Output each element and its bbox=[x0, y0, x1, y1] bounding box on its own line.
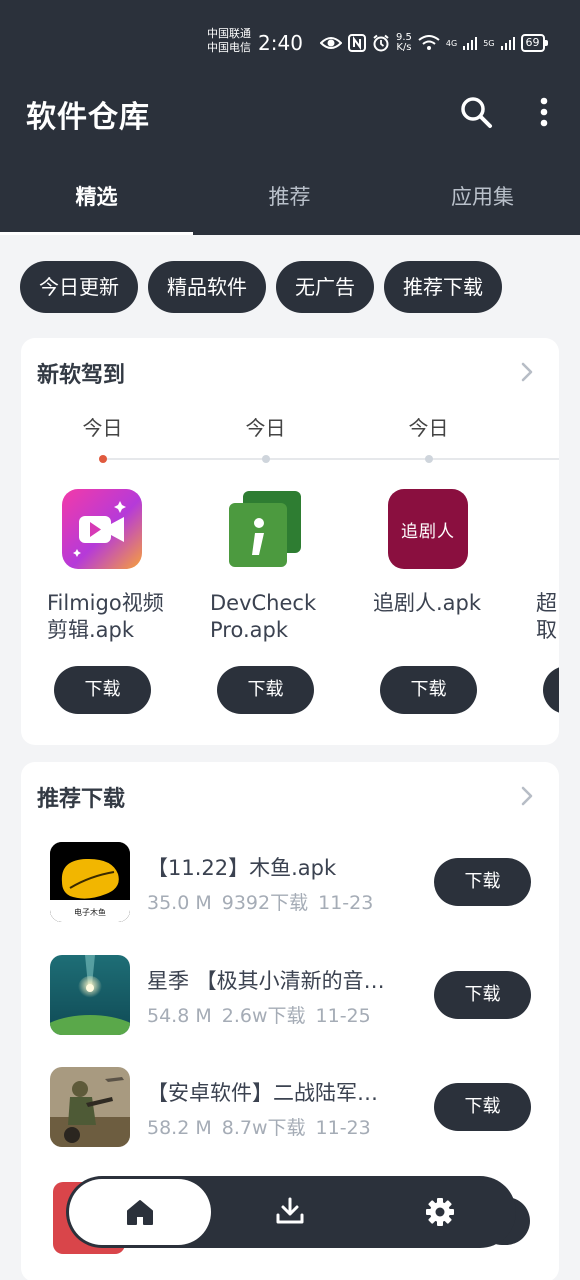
app-name: 超取 bbox=[536, 591, 557, 642]
devcheck-app-icon[interactable] bbox=[225, 489, 305, 569]
download-icon[interactable] bbox=[275, 1196, 305, 1226]
status-bar: 中国联通 中国电信 2:40 9.5 K/s 4G 5G 69 bbox=[0, 0, 580, 62]
battery-indicator: 69 bbox=[520, 34, 548, 52]
list-item[interactable]: 星季 【极其小清新的音… 54.8 M 2.6w下载 11-25 下载 bbox=[21, 955, 559, 1045]
app-name: Filmigo视频剪辑.apk bbox=[47, 591, 164, 642]
download-button[interactable]: 下载 bbox=[217, 666, 314, 714]
eye-icon bbox=[320, 37, 342, 49]
app-title: 软件仓库 bbox=[26, 100, 150, 135]
signal-1-icon bbox=[463, 37, 478, 50]
search-button[interactable] bbox=[458, 94, 494, 130]
app-name: DevCheck Pro.apk bbox=[210, 591, 317, 642]
new-arrivals-card: 新软驾到 今日 Filmigo视频剪辑.apk 下载 今日 DevCheck P… bbox=[21, 338, 559, 745]
app-date: 11-23 bbox=[318, 892, 374, 914]
app-size: 35.0 M bbox=[147, 892, 212, 914]
app-downloads: 9392下载 bbox=[221, 892, 309, 914]
app-name: 【11.22】木鱼.apk bbox=[147, 856, 337, 880]
chip-recommended[interactable]: 推荐下载 bbox=[384, 261, 502, 313]
signal-1-label: 4G bbox=[445, 38, 458, 48]
app-downloads: 2.6w下载 bbox=[221, 1005, 306, 1027]
chip-today-update[interactable]: 今日更新 bbox=[20, 261, 138, 313]
new-app-item: 今日 追剧人 追剧人.apk 下载 bbox=[347, 408, 510, 745]
carrier-2: 中国电信 bbox=[207, 41, 251, 54]
list-item[interactable]: 【安卓软件】二战陆军… 58.2 M 8.7w下载 11-23 下载 bbox=[21, 1067, 559, 1157]
alarm-icon bbox=[373, 34, 389, 52]
app-size: 58.2 M bbox=[147, 1117, 212, 1139]
app-name: 星季 【极其小清新的音… bbox=[147, 969, 385, 993]
settings-icon[interactable] bbox=[425, 1197, 455, 1227]
timeline-dot bbox=[425, 455, 433, 463]
app-date: 11-23 bbox=[315, 1117, 371, 1139]
release-day: 今日 bbox=[82, 416, 123, 440]
tab-featured[interactable]: 精选 bbox=[0, 170, 193, 235]
new-arrivals-title: 新软驾到 bbox=[37, 363, 126, 388]
download-button[interactable]: 下载 bbox=[54, 666, 151, 714]
tab-recommend[interactable]: 推荐 bbox=[193, 170, 386, 235]
new-app-item: 今日 Filmigo视频剪辑.apk 下载 bbox=[21, 408, 184, 745]
chevron-right-icon[interactable] bbox=[517, 360, 537, 384]
status-time: 2:40 bbox=[258, 31, 303, 55]
new-app-item-partial: 超取 bbox=[510, 408, 559, 745]
app-meta: 58.2 M 8.7w下载 11-23 bbox=[147, 1113, 381, 1140]
carrier-1: 中国联通 bbox=[207, 27, 251, 40]
status-icons: 9.5 K/s 4G 5G 69 bbox=[320, 32, 548, 54]
download-button[interactable]: 下载 bbox=[380, 666, 477, 714]
download-button[interactable]: 下载 bbox=[434, 858, 531, 906]
zhuijuren-app-icon[interactable]: 追剧人 bbox=[388, 489, 468, 569]
app-size: 54.8 M bbox=[147, 1005, 212, 1027]
more-vert-icon bbox=[540, 97, 548, 127]
ww2-game-app-icon bbox=[50, 1067, 130, 1147]
search-icon bbox=[461, 97, 492, 128]
signal-2-label: 5G bbox=[483, 38, 495, 48]
chevron-right-icon[interactable] bbox=[517, 784, 537, 808]
new-app-item: 今日 DevCheck Pro.apk 下载 bbox=[184, 408, 347, 745]
release-day: 今日 bbox=[408, 416, 449, 440]
filmigo-app-icon[interactable] bbox=[62, 489, 142, 569]
timeline-dot-active bbox=[99, 455, 107, 463]
download-button[interactable]: 下载 bbox=[434, 971, 531, 1019]
app-downloads: 8.7w下载 bbox=[221, 1117, 306, 1139]
net-speed: 9.5 K/s bbox=[396, 33, 412, 53]
nfc-icon bbox=[348, 34, 366, 52]
category-chips: 今日更新 精品软件 无广告 推荐下载 bbox=[20, 261, 502, 313]
download-button[interactable]: 下载 bbox=[434, 1083, 531, 1131]
carrier-labels: 中国联通 中国电信 bbox=[207, 27, 251, 55]
app-date: 11-25 bbox=[315, 1005, 371, 1027]
home-icon[interactable] bbox=[125, 1197, 155, 1227]
tab-collections[interactable]: 应用集 bbox=[386, 170, 579, 235]
chip-no-ads[interactable]: 无广告 bbox=[276, 261, 374, 313]
chip-premium[interactable]: 精品软件 bbox=[148, 261, 266, 313]
app-meta: 54.8 M 2.6w下载 11-25 bbox=[147, 1001, 381, 1028]
app-meta: 35.0 M 9392下载 11-23 bbox=[147, 888, 383, 915]
xingji-app-icon bbox=[50, 955, 130, 1035]
release-day: 今日 bbox=[245, 416, 286, 440]
tab-bar: 精选 推荐 应用集 bbox=[0, 170, 580, 235]
timeline-dot bbox=[262, 455, 270, 463]
muyu-app-icon: 电子木鱼 bbox=[50, 842, 130, 922]
app-name: 【安卓软件】二战陆军… bbox=[147, 1081, 378, 1105]
icon-label: 追剧人 bbox=[401, 521, 455, 542]
net-speed-unit: K/s bbox=[396, 42, 412, 53]
list-item[interactable]: 电子木鱼 【11.22】木鱼.apk 35.0 M 9392下载 11-23 下载 bbox=[21, 842, 559, 932]
app-bar: 中国联通 中国电信 2:40 9.5 K/s 4G 5G 69 软件仓库 精选 … bbox=[0, 0, 580, 235]
app-name: 追剧人.apk bbox=[373, 591, 482, 615]
wifi-icon bbox=[418, 35, 440, 50]
signal-2-icon bbox=[500, 37, 515, 50]
more-button[interactable] bbox=[530, 94, 558, 130]
icon-label: 电子木鱼 bbox=[74, 908, 106, 917]
download-button[interactable] bbox=[543, 666, 559, 714]
recommended-title: 推荐下载 bbox=[37, 787, 126, 812]
